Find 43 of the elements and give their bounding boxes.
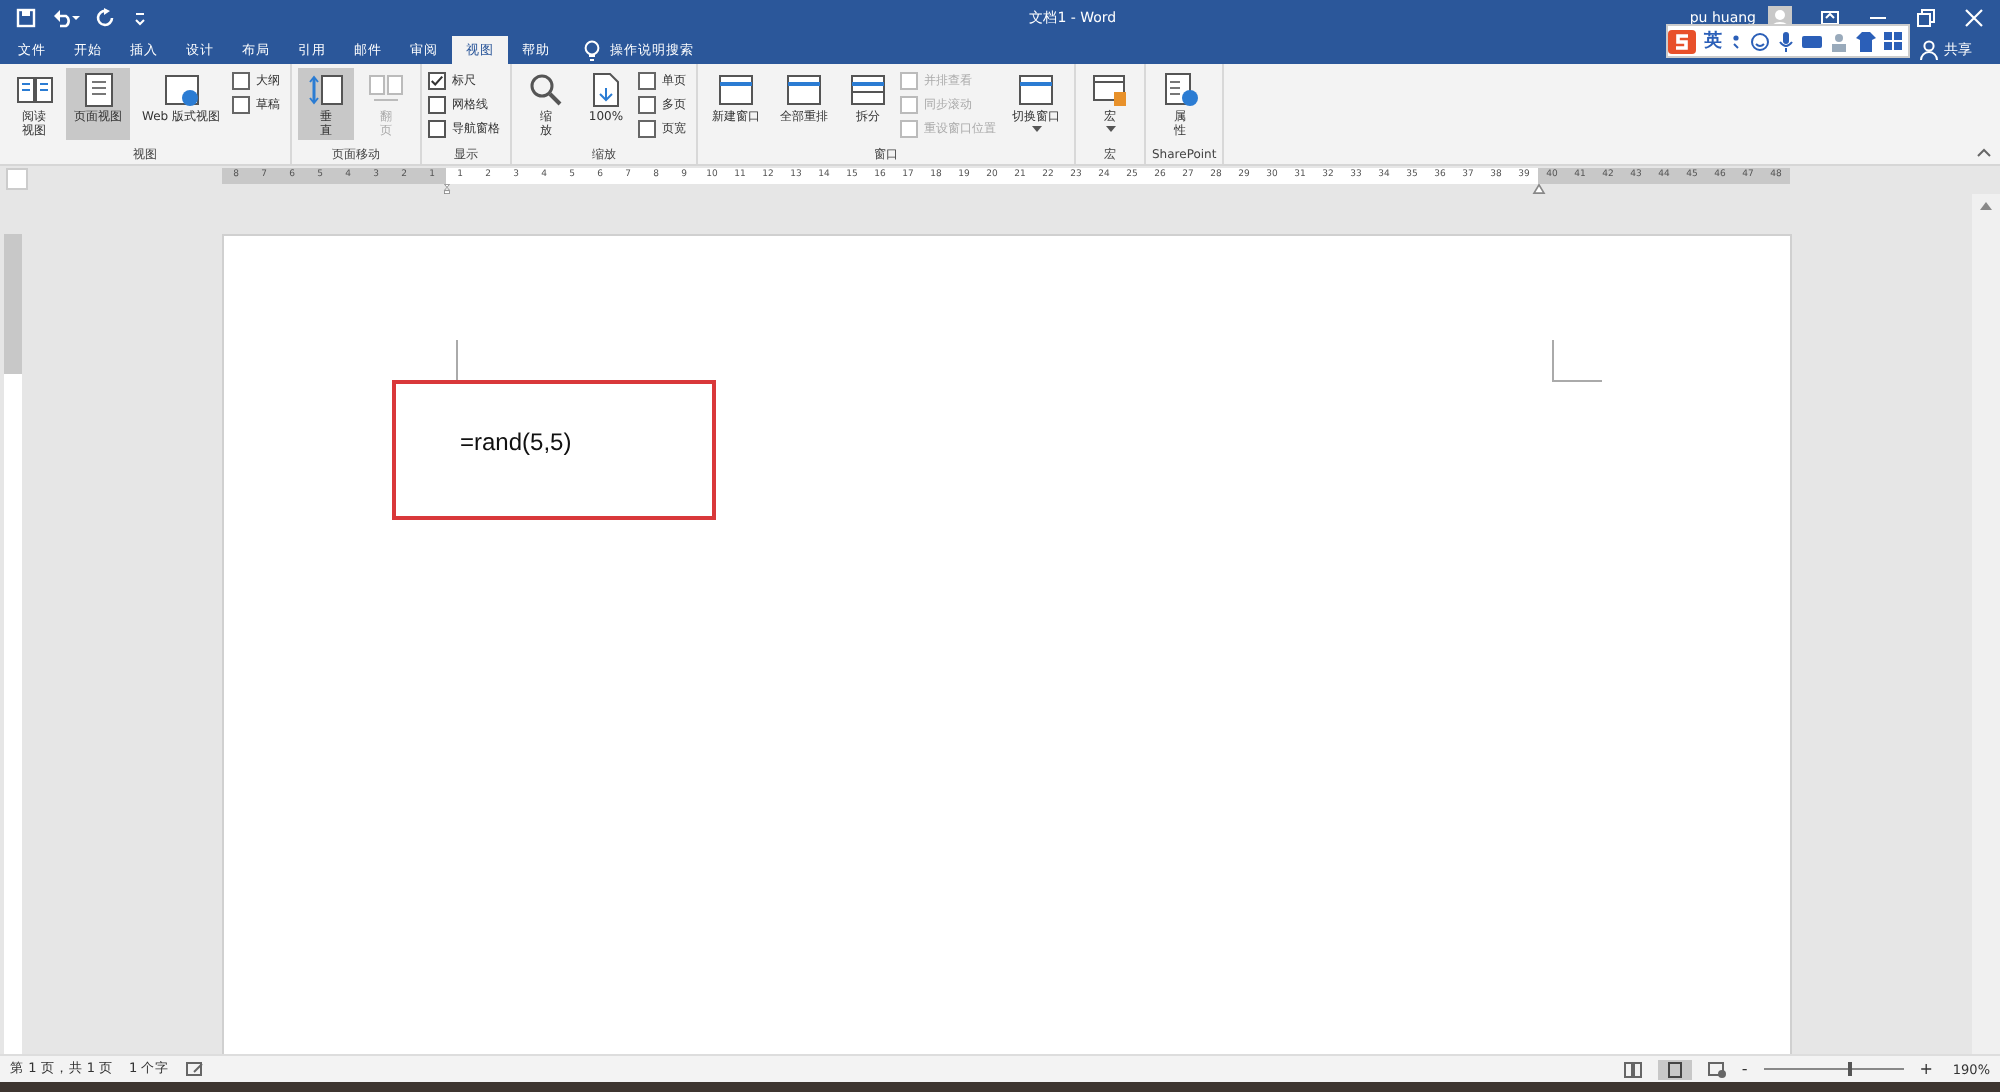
close-icon[interactable] bbox=[1964, 7, 1984, 27]
page-icon bbox=[784, 72, 824, 108]
redo-icon[interactable] bbox=[96, 7, 116, 27]
page-icon bbox=[1016, 72, 1056, 108]
restore-icon[interactable] bbox=[1916, 7, 1936, 27]
web-layout-icon[interactable] bbox=[1707, 1061, 1726, 1077]
slider-thumb[interactable] bbox=[1847, 1062, 1852, 1076]
s-logo-icon[interactable] bbox=[1668, 29, 1696, 53]
read-mode-icon[interactable] bbox=[1623, 1061, 1642, 1077]
page-icon bbox=[1090, 72, 1130, 108]
indent-marker-icon[interactable] bbox=[440, 184, 454, 194]
page-icon bbox=[716, 72, 756, 108]
punctuation-icon[interactable] bbox=[1730, 31, 1742, 51]
customize-caret-icon[interactable] bbox=[132, 7, 148, 27]
vertical-arrow-page-icon bbox=[306, 72, 346, 108]
right-indent-icon[interactable] bbox=[1532, 184, 1546, 194]
microphone-icon[interactable] bbox=[1778, 31, 1794, 51]
scroll-up-icon[interactable] bbox=[1980, 202, 1992, 210]
shirt-icon[interactable] bbox=[1856, 31, 1876, 51]
magnifier-icon bbox=[526, 72, 566, 108]
document-text: =rand(5,5) bbox=[460, 428, 572, 456]
keyboard-icon[interactable] bbox=[1802, 33, 1822, 49]
ribbon-options-icon[interactable] bbox=[1820, 7, 1840, 27]
page-icon bbox=[848, 72, 888, 108]
ime-toolbar[interactable]: 英 bbox=[1666, 24, 1910, 58]
undo-icon[interactable] bbox=[52, 7, 80, 27]
page-icon bbox=[1160, 72, 1200, 108]
checkmark-icon bbox=[430, 73, 444, 87]
page-icon bbox=[1665, 1061, 1684, 1077]
print-layout-button[interactable] bbox=[1657, 1059, 1692, 1079]
emoji-icon[interactable] bbox=[1750, 31, 1770, 51]
zoom-out-button[interactable]: - bbox=[1741, 1060, 1748, 1078]
save-icon[interactable] bbox=[16, 7, 36, 27]
grid-icon[interactable] bbox=[1884, 32, 1902, 50]
page-icon bbox=[14, 72, 54, 108]
margin-mark bbox=[1552, 340, 1602, 382]
ime-mode[interactable]: 英 bbox=[1704, 28, 1722, 54]
person-icon bbox=[1920, 40, 1938, 60]
collapse-ribbon-icon[interactable] bbox=[1976, 148, 1992, 158]
page-icon bbox=[161, 72, 201, 108]
proofing-icon[interactable] bbox=[185, 1061, 204, 1077]
zoom-in-button[interactable]: + bbox=[1919, 1060, 1933, 1078]
vertical-scrollbar[interactable] bbox=[1972, 194, 2000, 1054]
